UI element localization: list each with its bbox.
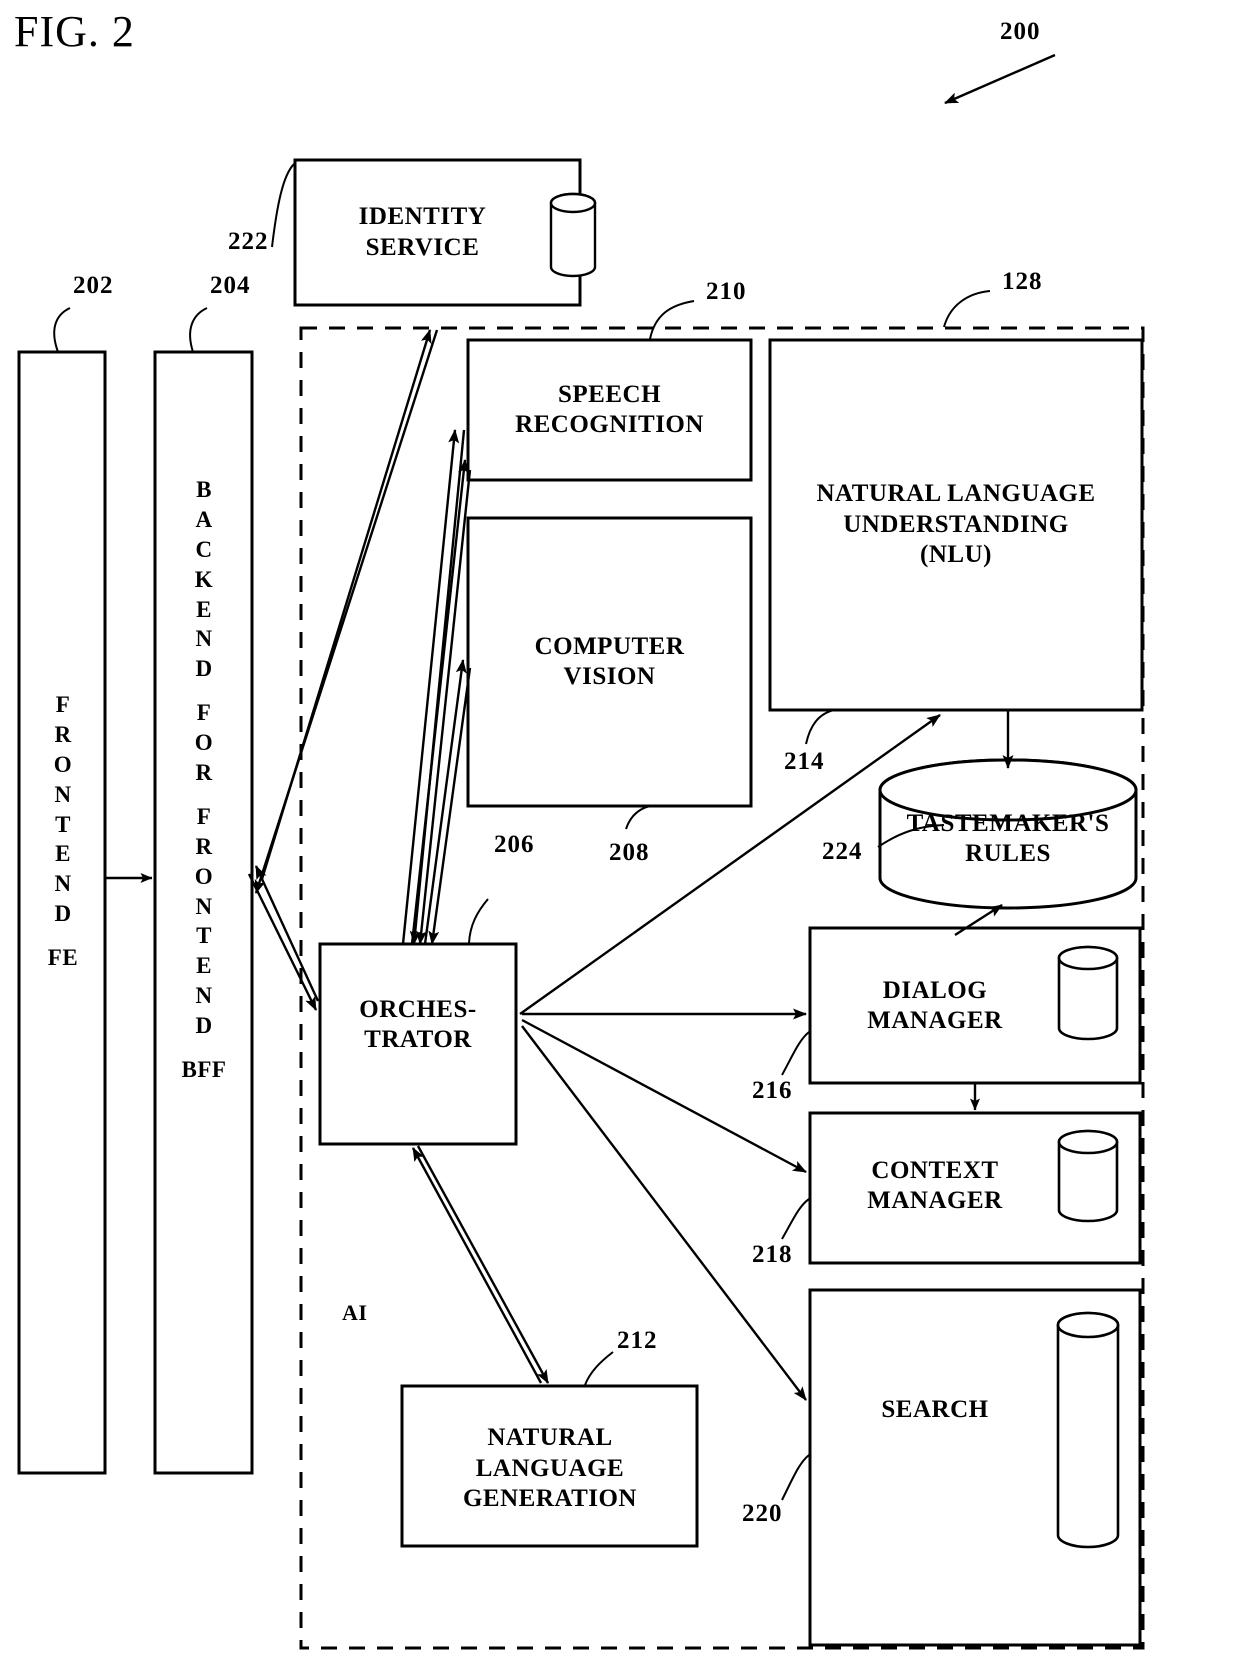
ref-202-leader — [53, 307, 71, 353]
search-db-icon — [1056, 1311, 1120, 1549]
ref-214-leader — [805, 709, 835, 745]
bff-letter: B — [196, 477, 212, 502]
refnum-218: 218 — [752, 1241, 793, 1268]
refnum-202: 202 — [73, 272, 114, 299]
refnum-224: 224 — [822, 838, 863, 865]
ref-210-leader — [649, 300, 695, 340]
ref-128-leader — [943, 290, 991, 328]
refnum-204: 204 — [210, 272, 251, 299]
bff-letter: N — [195, 626, 213, 652]
bff-letter: N — [195, 893, 213, 919]
bff-letter: E — [196, 953, 212, 979]
context-manager-db-icon — [1057, 1129, 1119, 1223]
bff-letter: O — [194, 863, 214, 889]
bff-letter: F — [196, 700, 212, 726]
edge-orchestrator-nlg — [411, 1145, 550, 1384]
refnum-208: 208 — [609, 839, 650, 866]
frontend-letter: O — [53, 751, 73, 777]
frontend-letter: N — [54, 871, 72, 897]
identity-service-box — [293, 158, 582, 307]
identity-service-db-icon — [549, 192, 597, 278]
refnum-214: 214 — [784, 748, 825, 775]
ref-216-leader — [781, 1031, 810, 1076]
frontend-letter: N — [54, 781, 72, 807]
bff-label: B A C K E N D F O R F R O N T E N D BFF — [182, 475, 226, 1085]
dialog-manager-db-icon — [1057, 945, 1119, 1041]
patent-figure-page: FIG. 2 IDENTITY SERVICE F R O N T E N D … — [0, 0, 1240, 1666]
frontend-letter: F — [55, 692, 71, 717]
refnum-200: 200 — [1000, 18, 1041, 45]
bff-letter: R — [195, 760, 213, 786]
bff-abbrev: BFF — [181, 1057, 227, 1083]
bff-letter: K — [194, 566, 214, 592]
nlu-box — [768, 338, 1144, 712]
ref-220-leader — [781, 1454, 810, 1501]
edge-orchestrator-bff — [247, 865, 320, 1011]
bff-letter: D — [195, 656, 213, 682]
ref-208-leader — [625, 805, 651, 830]
refnum-212: 212 — [617, 1327, 658, 1354]
tastemakers-rules-cylinder — [878, 758, 1138, 910]
bff-letter: O — [194, 730, 214, 756]
refnum-222: 222 — [228, 228, 269, 255]
bff-letter: D — [195, 1013, 213, 1039]
system-ref-leader — [944, 53, 1056, 105]
ref-222-leader — [271, 163, 295, 248]
refnum-220: 220 — [742, 1500, 783, 1527]
bff-letter: E — [196, 596, 212, 622]
ai-container-label: AI — [342, 1300, 368, 1325]
edge-orchestrator-identity-service — [401, 429, 466, 945]
bff-letter: C — [195, 536, 213, 562]
speech-recognition-box — [466, 338, 753, 482]
ref-206-leader — [468, 898, 489, 944]
frontend-abbrev: FE — [47, 945, 79, 971]
computer-vision-box — [466, 516, 753, 808]
orchestrator-box — [318, 942, 518, 1146]
bff-letter: A — [195, 506, 213, 532]
ref-212-leader — [584, 1351, 614, 1386]
frontend-letter: T — [55, 811, 71, 837]
refnum-128: 128 — [1002, 268, 1043, 295]
ref-204-leader — [189, 307, 208, 353]
bff-letter: N — [195, 983, 213, 1009]
frontend-letter: D — [54, 901, 72, 927]
frontend-letter: E — [55, 841, 71, 867]
ref-218-leader — [781, 1198, 810, 1240]
bff-letter: R — [195, 833, 213, 859]
refnum-206: 206 — [494, 831, 535, 858]
frontend-letter: R — [54, 721, 72, 747]
edge-bff-identity-service — [254, 329, 439, 894]
bff-letter: T — [196, 923, 212, 949]
nlg-box — [400, 1384, 699, 1548]
frontend-label: F R O N T E N D FE — [44, 690, 82, 973]
refnum-210: 210 — [706, 278, 747, 305]
edge-orchestrator-computer-vision — [423, 659, 472, 945]
bff-letter: F — [196, 803, 212, 829]
refnum-216: 216 — [752, 1077, 793, 1104]
